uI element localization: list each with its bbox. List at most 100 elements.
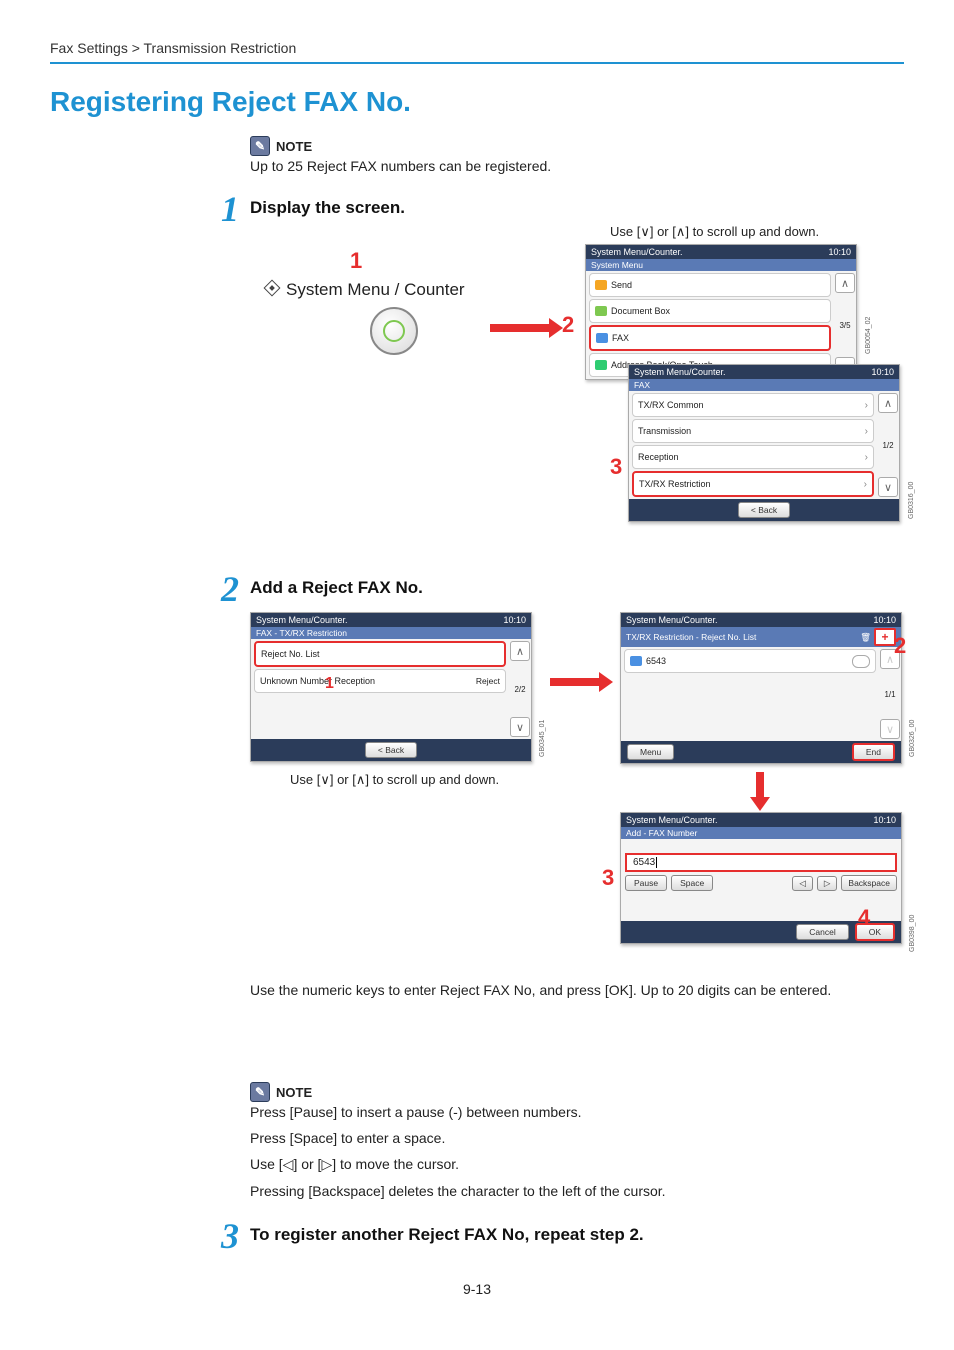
panel-2b-page: 1/1 xyxy=(884,686,895,703)
callout-1-3: 3 xyxy=(610,454,622,480)
panel-2a-ref: GB0345_01 xyxy=(539,720,546,757)
panel-reject-list[interactable]: System Menu/Counter. 10:10 TX/RX Restrict… xyxy=(620,612,902,764)
step-1-number: 1 xyxy=(210,194,250,224)
callout-1-1: 1 xyxy=(350,248,362,274)
note-line-1: Press [Pause] to insert a pause (-) betw… xyxy=(250,1104,904,1120)
scroll-up[interactable]: ∧ xyxy=(835,273,855,293)
backspace-button[interactable]: Backspace xyxy=(841,875,897,891)
step-1-title: Display the screen. xyxy=(250,198,405,218)
panel-2b-ref: GB0326_00 xyxy=(909,720,916,757)
panel-2a-page: 2/2 xyxy=(514,681,525,698)
panel-2a-sub: FAX - TX/RX Restriction xyxy=(251,627,531,639)
toggle-icon[interactable] xyxy=(852,655,870,668)
row-unknown-number[interactable]: Unknown Number Reception 1 Reject xyxy=(254,669,506,693)
row-send[interactable]: Send xyxy=(589,273,831,297)
panel-2b-title: System Menu/Counter. xyxy=(626,615,718,625)
scroll-down[interactable]: ∨ xyxy=(878,477,898,497)
callout-1-2: 2 xyxy=(562,312,574,338)
panel-b-page: 1/2 xyxy=(882,437,893,454)
pause-button[interactable]: Pause xyxy=(625,875,667,891)
scroll-down[interactable]: ∨ xyxy=(510,717,530,737)
space-button[interactable]: Space xyxy=(671,875,713,891)
step-2-screens: System Menu/Counter. 10:10 FAX - TX/RX Re… xyxy=(250,612,904,1072)
back-button[interactable]: < Back xyxy=(738,502,790,518)
panel-2b-time: 10:10 xyxy=(873,615,896,625)
cursor-left-button[interactable]: ◁ xyxy=(792,876,813,891)
note-line-3: Use [◁] or [▷] to move the cursor. xyxy=(250,1156,904,1173)
fax-icon xyxy=(630,656,642,666)
arrow-right-1 xyxy=(490,324,550,332)
panel-2c-time: 10:10 xyxy=(873,815,896,825)
panel-2a-title: System Menu/Counter. xyxy=(256,615,348,625)
panel-b-title: System Menu/Counter. xyxy=(634,367,726,377)
row-txrx-common[interactable]: TX/RX Common› xyxy=(632,393,874,417)
step-3-title: To register another Reject FAX No, repea… xyxy=(250,1225,644,1245)
fax-icon xyxy=(596,333,608,343)
scroll-down[interactable]: ∨ xyxy=(880,719,900,739)
scroll-up[interactable]: ∧ xyxy=(510,641,530,661)
row-reject-entry[interactable]: 6543 xyxy=(624,649,876,673)
page-title: Registering Reject FAX No. xyxy=(50,86,904,118)
cursor-right-button[interactable]: ▷ xyxy=(817,876,838,891)
note-line-4: Pressing [Backspace] deletes the charact… xyxy=(250,1183,904,1199)
send-icon xyxy=(595,280,607,290)
breadcrumb: Fax Settings > Transmission Restriction xyxy=(50,40,904,60)
panel-2c-title: System Menu/Counter. xyxy=(626,815,718,825)
step-2-number: 2 xyxy=(210,574,250,604)
menu-button[interactable]: Menu xyxy=(627,744,674,760)
panel-a-ref: GB0054_02 xyxy=(865,317,872,354)
row-txrx-restriction[interactable]: TX/RX Restriction› xyxy=(632,471,874,497)
back-button[interactable]: < Back xyxy=(365,742,417,758)
docbox-icon xyxy=(595,306,607,316)
panel-restriction[interactable]: System Menu/Counter.10:10 FAX - TX/RX Re… xyxy=(250,612,532,762)
step-1-screens: Use [∨] or [∧] to scroll up and down. 1 … xyxy=(250,224,904,564)
step-2-title: Add a Reject FAX No. xyxy=(250,578,423,598)
end-button[interactable]: End xyxy=(852,743,895,761)
row-fax[interactable]: FAX xyxy=(589,325,831,351)
arrow-right-2 xyxy=(550,678,600,686)
panel-a-sub: System Menu xyxy=(586,259,856,271)
hw-button[interactable] xyxy=(370,307,418,355)
ring-icon xyxy=(383,320,405,342)
row-transmission[interactable]: Transmission› xyxy=(632,419,874,443)
panel-fax-menu[interactable]: System Menu/Counter. 10:10 FAX TX/RX Comm… xyxy=(628,364,900,522)
row-reject-no-list[interactable]: Reject No. List xyxy=(254,641,506,667)
top-note: ✎ NOTE Up to 25 Reject FAX numbers can b… xyxy=(250,136,904,174)
fax-number-input[interactable]: 6543 xyxy=(625,853,897,872)
row-docbox[interactable]: Document Box xyxy=(589,299,831,323)
row-reception[interactable]: Reception› xyxy=(632,445,874,469)
cancel-button[interactable]: Cancel xyxy=(796,924,848,940)
panel-2c-ref: GB0398_00 xyxy=(909,915,916,952)
reject-val: Reject xyxy=(476,676,500,686)
chevron-right-icon: › xyxy=(864,479,867,490)
sysmenu-label: System Menu / Counter xyxy=(266,280,465,300)
panel-2b-sub: TX/RX Restriction - Reject No. List xyxy=(626,632,756,642)
panel-2c-sub: Add - FAX Number xyxy=(621,827,901,839)
panel-b-ref: GB0316_00 xyxy=(908,482,915,519)
note-line-2: Press [Space] to enter a space. xyxy=(250,1130,904,1146)
scroll-hint-1: Use [∨] or [∧] to scroll up and down. xyxy=(610,224,819,240)
panel-a-title: System Menu/Counter. xyxy=(591,247,683,257)
step-3-number: 3 xyxy=(210,1221,250,1251)
panel-b-time: 10:10 xyxy=(871,367,894,377)
add-button[interactable]: + xyxy=(874,628,896,646)
scroll-up[interactable]: ∧ xyxy=(878,393,898,413)
note-label: NOTE xyxy=(276,1085,312,1100)
sysmenu-icon xyxy=(264,280,281,297)
chevron-right-icon: › xyxy=(865,400,868,411)
page-footer: 9-13 xyxy=(50,1281,904,1297)
panel-a-page: 3/5 xyxy=(839,317,850,334)
callout-2-1: 1 xyxy=(325,675,334,693)
panel-sysmenu-counter[interactable]: System Menu/Counter. 10:10 System Menu Se… xyxy=(585,244,857,380)
header-rule xyxy=(50,62,904,64)
trash-icon[interactable]: 🗑 xyxy=(860,632,871,643)
chevron-right-icon: › xyxy=(865,426,868,437)
panel-a-time: 10:10 xyxy=(828,247,851,257)
step-2-body-text: Use the numeric keys to enter Reject FAX… xyxy=(250,982,831,998)
panel-b-sub: FAX xyxy=(629,379,899,391)
callout-2-2: 2 xyxy=(894,633,906,659)
scroll-hint-2: Use [∨] or [∧] to scroll up and down. xyxy=(290,772,499,788)
chevron-right-icon: › xyxy=(865,452,868,463)
step-2-note: ✎ NOTE Press [Pause] to insert a pause (… xyxy=(250,1082,904,1199)
note-icon: ✎ xyxy=(250,1082,270,1102)
